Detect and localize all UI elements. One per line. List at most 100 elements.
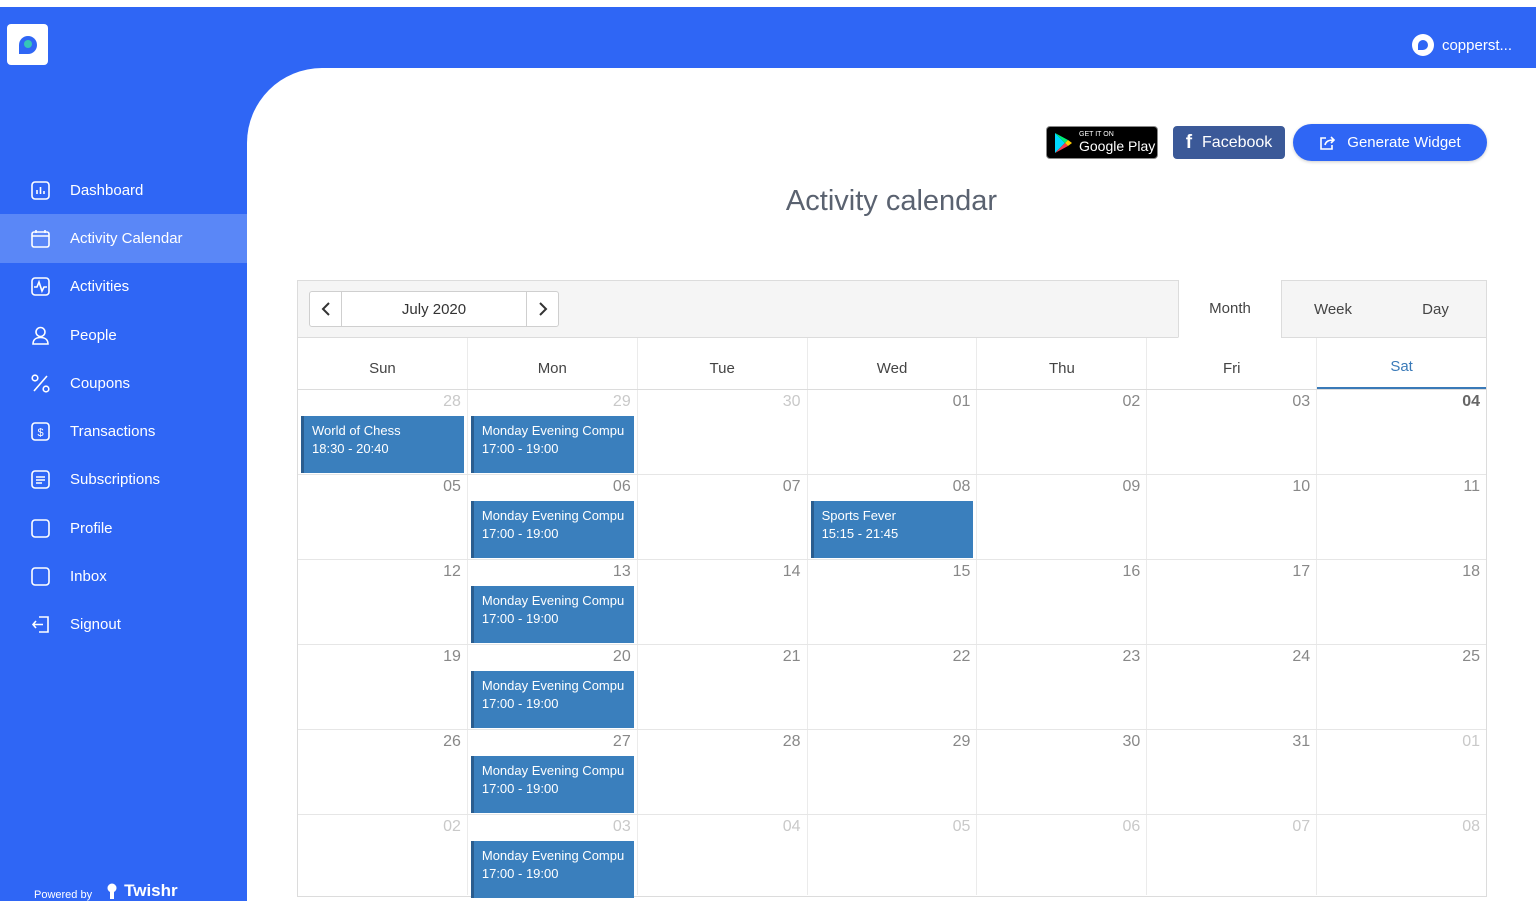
calendar-event[interactable]: Monday Evening Compu 17:00 - 19:00 [470, 756, 634, 813]
day-number[interactable]: 28 [443, 393, 461, 411]
day-cell[interactable]: 05 [808, 815, 978, 895]
day-cell[interactable]: 12 [298, 560, 468, 644]
sidebar-item-inbox[interactable]: Inbox [0, 552, 247, 600]
day-number[interactable]: 10 [1292, 478, 1310, 496]
day-number[interactable]: 24 [1292, 648, 1310, 666]
calendar-event[interactable]: Monday Evening Compu 17:00 - 19:00 [470, 416, 634, 473]
day-cell[interactable]: 21 [638, 645, 808, 729]
day-cell[interactable]: 19 [298, 645, 468, 729]
calendar-event[interactable]: Monday Evening Compu 17:00 - 19:00 [470, 501, 634, 558]
day-cell[interactable]: 04 [1317, 390, 1486, 474]
sidebar-item-activity-calendar[interactable]: Activity Calendar [0, 214, 247, 263]
day-cell[interactable]: 29 [808, 730, 978, 814]
day-cell[interactable]: 02 [977, 390, 1148, 474]
day-number[interactable]: 30 [783, 393, 801, 411]
day-cell[interactable]: 23 [977, 645, 1148, 729]
brand-name[interactable]: Twishr [106, 881, 178, 901]
day-number[interactable]: 19 [443, 648, 461, 666]
sidebar-item-dashboard[interactable]: Dashboard [0, 166, 247, 214]
prev-month-button[interactable] [310, 292, 342, 326]
day-number[interactable]: 26 [443, 733, 461, 751]
day-number[interactable]: 01 [953, 393, 971, 411]
user-menu[interactable]: copperst... [1411, 34, 1512, 56]
day-number[interactable]: 01 [1462, 733, 1480, 751]
day-number[interactable]: 04 [1462, 393, 1480, 411]
day-cell[interactable]: 07 [1147, 815, 1318, 895]
day-cell[interactable]: 28 World of Chess 18:30 - 20:40 [298, 390, 468, 474]
view-month-button[interactable]: Month [1178, 280, 1281, 338]
day-number[interactable]: 05 [443, 478, 461, 496]
day-number[interactable]: 02 [1123, 393, 1141, 411]
day-number[interactable]: 08 [1462, 818, 1480, 836]
day-cell[interactable]: 05 [298, 475, 468, 559]
day-number[interactable]: 03 [1292, 393, 1310, 411]
day-cell[interactable]: 30 [638, 390, 808, 474]
day-cell[interactable]: 08 [1317, 815, 1486, 895]
day-cell[interactable]: 06 Monday Evening Compu 17:00 - 19:00 [468, 475, 638, 559]
day-cell[interactable]: 06 [977, 815, 1148, 895]
day-number[interactable]: 23 [1123, 648, 1141, 666]
day-cell[interactable]: 22 [808, 645, 978, 729]
day-number[interactable]: 30 [1123, 733, 1141, 751]
day-cell[interactable]: 27 Monday Evening Compu 17:00 - 19:00 [468, 730, 638, 814]
generate-widget-button[interactable]: Generate Widget [1293, 124, 1487, 161]
sidebar-item-coupons[interactable]: Coupons [0, 359, 247, 407]
day-number[interactable]: 11 [1463, 478, 1480, 496]
day-number[interactable]: 29 [613, 393, 631, 411]
view-day-button[interactable]: Day [1384, 280, 1487, 338]
day-cell[interactable]: 17 [1147, 560, 1318, 644]
day-cell[interactable]: 02 [298, 815, 468, 895]
day-cell[interactable]: 18 [1317, 560, 1486, 644]
day-number[interactable]: 09 [1123, 478, 1141, 496]
day-cell[interactable]: 16 [977, 560, 1148, 644]
day-number[interactable]: 07 [783, 478, 801, 496]
day-number[interactable]: 16 [1123, 563, 1141, 581]
view-week-button[interactable]: Week [1281, 280, 1384, 338]
day-cell[interactable]: 24 [1147, 645, 1318, 729]
calendar-event[interactable]: Monday Evening Compu 17:00 - 19:00 [470, 671, 634, 728]
day-cell[interactable]: 03 [1147, 390, 1318, 474]
day-number[interactable]: 04 [783, 818, 801, 836]
sidebar-item-transactions[interactable]: $ Transactions [0, 407, 247, 455]
day-cell[interactable]: 20 Monday Evening Compu 17:00 - 19:00 [468, 645, 638, 729]
day-cell[interactable]: 08 Sports Fever 15:15 - 21:45 [808, 475, 978, 559]
day-cell[interactable]: 10 [1147, 475, 1318, 559]
day-number[interactable]: 22 [953, 648, 971, 666]
day-number[interactable]: 21 [783, 648, 801, 666]
day-number[interactable]: 03 [613, 818, 631, 836]
day-number[interactable]: 27 [613, 733, 631, 751]
day-number[interactable]: 13 [613, 563, 631, 581]
day-number[interactable]: 08 [953, 478, 971, 496]
day-cell[interactable]: 07 [638, 475, 808, 559]
sidebar-item-subscriptions[interactable]: Subscriptions [0, 456, 247, 504]
sidebar-item-signout[interactable]: Signout [0, 601, 247, 649]
day-cell[interactable]: 29 Monday Evening Compu 17:00 - 19:00 [468, 390, 638, 474]
day-number[interactable]: 31 [1292, 733, 1310, 751]
facebook-button[interactable]: f Facebook [1173, 126, 1285, 159]
day-cell[interactable]: 14 [638, 560, 808, 644]
day-cell[interactable]: 25 [1317, 645, 1486, 729]
day-cell[interactable]: 13 Monday Evening Compu 17:00 - 19:00 [468, 560, 638, 644]
calendar-event[interactable]: World of Chess 18:30 - 20:40 [301, 416, 464, 473]
day-number[interactable]: 07 [1292, 818, 1310, 836]
day-number[interactable]: 29 [953, 733, 971, 751]
calendar-event[interactable]: Monday Evening Compu 17:00 - 19:00 [470, 586, 634, 643]
day-number[interactable]: 18 [1462, 563, 1480, 581]
current-month[interactable]: July 2020 [342, 292, 526, 326]
day-number[interactable]: 05 [953, 818, 971, 836]
day-cell[interactable]: 31 [1147, 730, 1318, 814]
day-cell[interactable]: 01 [1317, 730, 1486, 814]
day-number[interactable]: 15 [953, 563, 971, 581]
day-number[interactable]: 12 [443, 563, 461, 581]
day-cell[interactable]: 09 [977, 475, 1148, 559]
day-cell[interactable]: 03 Monday Evening Compu 17:00 - 19:00 [468, 815, 638, 898]
calendar-event[interactable]: Monday Evening Compu 17:00 - 19:00 [470, 841, 634, 898]
calendar-event[interactable]: Sports Fever 15:15 - 21:45 [810, 501, 974, 558]
day-cell[interactable]: 11 [1317, 475, 1486, 559]
day-number[interactable]: 06 [1123, 818, 1141, 836]
sidebar-item-activities[interactable]: Activities [0, 263, 247, 311]
app-logo[interactable] [7, 24, 48, 65]
day-cell[interactable]: 01 [808, 390, 978, 474]
day-cell[interactable]: 28 [638, 730, 808, 814]
google-play-button[interactable]: GET IT ON Google Play [1046, 126, 1158, 159]
